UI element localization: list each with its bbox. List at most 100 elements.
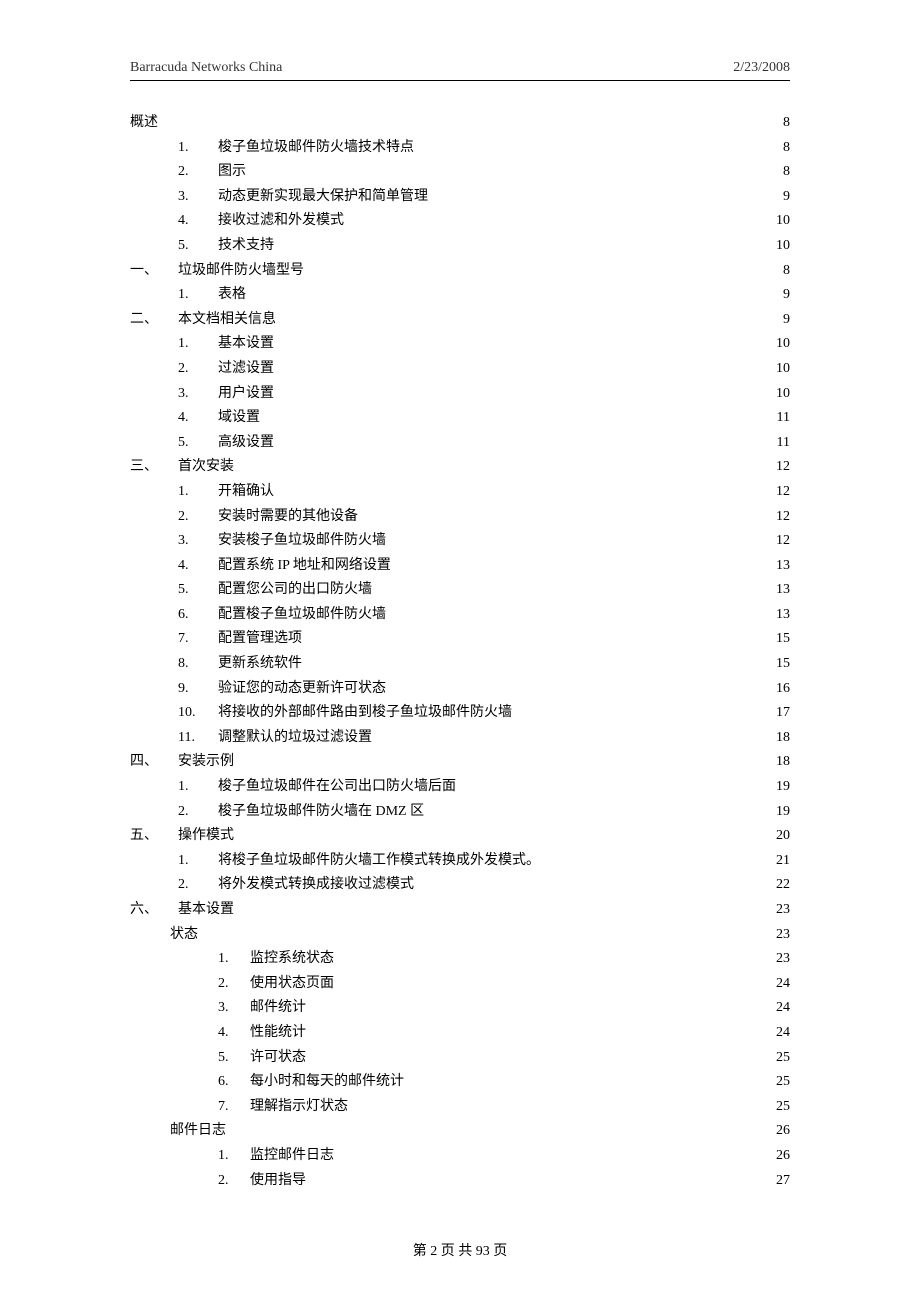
toc-subitem-number: 6. bbox=[218, 1070, 250, 1095]
toc-subitem-title: 理解指示灯状态 bbox=[250, 1095, 348, 1120]
toc-page-number: 11 bbox=[770, 431, 790, 456]
toc-item-title: 将梭子鱼垃圾邮件防火墙工作模式转换成外发模式。 bbox=[218, 849, 540, 874]
page-header: Barracuda Networks China 2/23/2008 bbox=[130, 60, 790, 81]
toc-row: 4.接收过滤和外发模式10 bbox=[130, 209, 790, 234]
toc-item-title: 更新系统软件 bbox=[218, 652, 302, 677]
toc-item-title: 表格 bbox=[218, 283, 246, 308]
toc-row: 7.配置管理选项15 bbox=[130, 627, 790, 652]
toc-section-title: 本文档相关信息 bbox=[178, 308, 276, 333]
toc-item-title: 高级设置 bbox=[218, 431, 274, 456]
toc-row: 二、本文档相关信息9 bbox=[130, 308, 790, 333]
toc-page-number: 12 bbox=[770, 505, 790, 530]
toc-row: 1.梭子鱼垃圾邮件在公司出口防火墙后面 19 bbox=[130, 775, 790, 800]
toc-row: 概述8 bbox=[130, 111, 790, 136]
toc-page-number: 11 bbox=[770, 406, 790, 431]
toc-subsection-title: 邮件日志 bbox=[170, 1119, 226, 1144]
toc-page-number: 25 bbox=[770, 1095, 790, 1120]
toc-page-number: 8 bbox=[770, 136, 790, 161]
toc-section-number: 一、 bbox=[130, 259, 178, 284]
toc-item-number: 1. bbox=[178, 480, 218, 505]
toc-page-number: 8 bbox=[770, 259, 790, 284]
toc-section-number: 五、 bbox=[130, 824, 178, 849]
toc-item-number: 2. bbox=[178, 505, 218, 530]
toc-row: 2.将外发模式转换成接收过滤模式22 bbox=[130, 873, 790, 898]
toc-page-number: 21 bbox=[770, 849, 790, 874]
toc-row: 六、基本设置 23 bbox=[130, 898, 790, 923]
toc-item-title: 图示 bbox=[218, 160, 246, 185]
toc-page-number: 15 bbox=[770, 627, 790, 652]
toc-row: 五、操作模式20 bbox=[130, 824, 790, 849]
toc-item-title: 接收过滤和外发模式 bbox=[218, 209, 344, 234]
toc-item-number: 6. bbox=[178, 603, 218, 628]
toc-item-title: 梭子鱼垃圾邮件防火墙技术特点 bbox=[218, 136, 414, 161]
toc-row: 4.配置系统 IP 地址和网络设置13 bbox=[130, 554, 790, 579]
toc-row: 2.过滤设置10 bbox=[130, 357, 790, 382]
toc-row: 三、首次安装12 bbox=[130, 455, 790, 480]
toc-page-number: 24 bbox=[770, 972, 790, 997]
toc-row: 6.配置梭子鱼垃圾邮件防火墙13 bbox=[130, 603, 790, 628]
toc-item-title: 梭子鱼垃圾邮件在公司出口防火墙后面 bbox=[218, 775, 456, 800]
toc-row: 8.更新系统软件15 bbox=[130, 652, 790, 677]
toc-page-number: 27 bbox=[770, 1169, 790, 1194]
toc-page-number: 10 bbox=[770, 234, 790, 259]
toc-item-number: 4. bbox=[178, 406, 218, 431]
toc-item-number: 2. bbox=[178, 357, 218, 382]
toc-subitem-title: 监控系统状态 bbox=[250, 947, 334, 972]
toc-row: 4.域设置 11 bbox=[130, 406, 790, 431]
toc-item-number: 1. bbox=[178, 332, 218, 357]
toc-item-title: 配置管理选项 bbox=[218, 627, 302, 652]
toc-section-number: 四、 bbox=[130, 750, 178, 775]
toc-section-number: 二、 bbox=[130, 308, 178, 333]
toc-row: 1.基本设置10 bbox=[130, 332, 790, 357]
toc-subitem-number: 5. bbox=[218, 1046, 250, 1071]
toc-item-title: 动态更新实现最大保护和简单管理 bbox=[218, 185, 428, 210]
toc-section-number: 六、 bbox=[130, 898, 178, 923]
toc-subitem-title: 许可状态 bbox=[250, 1046, 306, 1071]
toc-item-number: 2. bbox=[178, 800, 218, 825]
toc-page-number: 18 bbox=[770, 750, 790, 775]
toc-page-number: 19 bbox=[770, 775, 790, 800]
toc-row: 10.将接收的外部邮件路由到梭子鱼垃圾邮件防火墙17 bbox=[130, 701, 790, 726]
toc-item-number: 3. bbox=[178, 185, 218, 210]
toc-subitem-title: 使用指导 bbox=[250, 1169, 306, 1194]
toc-item-title: 将接收的外部邮件路由到梭子鱼垃圾邮件防火墙 bbox=[218, 701, 512, 726]
toc-item-title: 用户设置 bbox=[218, 382, 274, 407]
toc-item-title: 技术支持 bbox=[218, 234, 274, 259]
toc-row: 5.技术支持10 bbox=[130, 234, 790, 259]
toc-section-title: 基本设置 bbox=[178, 898, 234, 923]
toc-row: 5.许可状态25 bbox=[130, 1046, 790, 1071]
toc-page-number: 23 bbox=[770, 898, 790, 923]
toc-item-number: 5. bbox=[178, 578, 218, 603]
toc-item-number: 3. bbox=[178, 529, 218, 554]
toc-item-title: 配置系统 IP 地址和网络设置 bbox=[218, 554, 391, 579]
toc-page-number: 26 bbox=[770, 1144, 790, 1169]
toc-page-number: 15 bbox=[770, 652, 790, 677]
toc-item-title: 配置梭子鱼垃圾邮件防火墙 bbox=[218, 603, 386, 628]
toc-page-number: 12 bbox=[770, 529, 790, 554]
toc-page-number: 25 bbox=[770, 1070, 790, 1095]
toc-item-number: 2. bbox=[178, 160, 218, 185]
toc-item-number: 9. bbox=[178, 677, 218, 702]
toc-subitem-number: 2. bbox=[218, 1169, 250, 1194]
toc-page-number: 20 bbox=[770, 824, 790, 849]
toc-page-number: 10 bbox=[770, 382, 790, 407]
toc-item-title: 配置您公司的出口防火墙 bbox=[218, 578, 372, 603]
toc-page-number: 13 bbox=[770, 554, 790, 579]
toc-row: 3.安装梭子鱼垃圾邮件防火墙12 bbox=[130, 529, 790, 554]
toc-page-number: 16 bbox=[770, 677, 790, 702]
toc-item-number: 1. bbox=[178, 775, 218, 800]
toc-row: 7.理解指示灯状态25 bbox=[130, 1095, 790, 1120]
toc-item-title: 验证您的动态更新许可状态 bbox=[218, 677, 386, 702]
toc-item-number: 2. bbox=[178, 873, 218, 898]
header-right: 2/23/2008 bbox=[733, 60, 790, 76]
toc-subitem-title: 使用状态页面 bbox=[250, 972, 334, 997]
toc-page-number: 18 bbox=[770, 726, 790, 751]
toc-row: 状态23 bbox=[130, 923, 790, 948]
toc-subitem-number: 2. bbox=[218, 972, 250, 997]
toc-page-number: 26 bbox=[770, 1119, 790, 1144]
toc-row: 6.每小时和每天的邮件统计25 bbox=[130, 1070, 790, 1095]
toc-item-title: 域设置 bbox=[218, 406, 260, 431]
toc-page-number: 8 bbox=[770, 111, 790, 136]
toc-subitem-title: 性能统计 bbox=[250, 1021, 306, 1046]
toc-item-title: 安装时需要的其他设备 bbox=[218, 505, 358, 530]
